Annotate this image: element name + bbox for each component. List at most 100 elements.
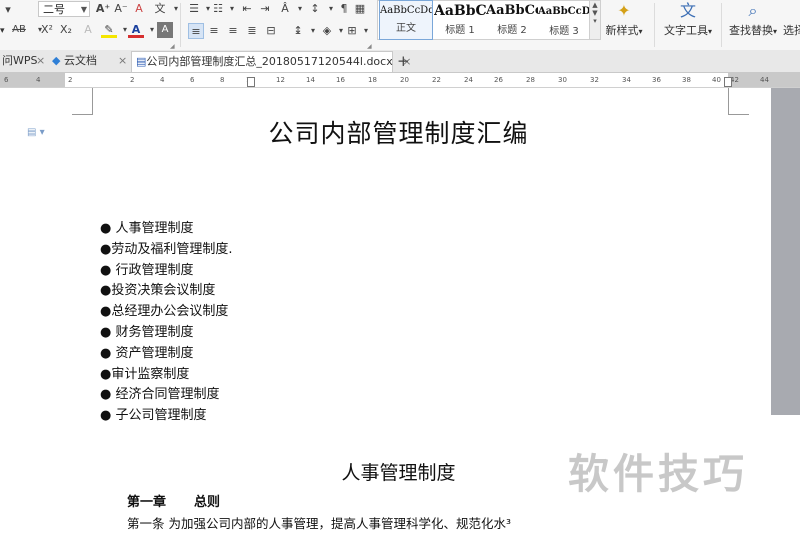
page-corner-mark (72, 88, 93, 115)
tab-active-document[interactable]: ▤公司内部管理制度汇总_20180517120544l.docx × (131, 51, 411, 72)
text-tools-icon: 文 (679, 1, 696, 20)
ruler-number: 36 (652, 76, 661, 84)
align-center-button[interactable]: ≡ (206, 23, 222, 39)
right-indent-marker-icon[interactable] (724, 77, 732, 87)
indent-marker-icon[interactable] (247, 77, 255, 87)
cloud-doc-icon: ◆ (52, 54, 61, 67)
ruler-number: 40 (712, 76, 721, 84)
text-tools-button[interactable]: 文 文字工具▾ (660, 0, 716, 38)
ruler-number: 16 (336, 76, 345, 84)
decrease-indent-icon[interactable]: ⇤ (239, 1, 255, 17)
increase-indent-icon[interactable]: ⇥ (257, 1, 273, 17)
justify-button[interactable]: ≣ (244, 23, 260, 39)
document-workspace[interactable]: ▤ ▾ 公司内部管理制度汇编 ● 人事管理制度 ●劳动及福利管理制度. ● 行政… (0, 88, 800, 535)
toc-list: ● 人事管理制度 ●劳动及福利管理制度. ● 行政管理制度 ●投资决策会议制度 … (100, 219, 232, 427)
ribbon-toolbar: ▾ 二号 ▼ A⁺ A⁻ A 文 ▾ ▾ AB ▾ X² X₂ A ✎ ▾ A … (0, 0, 800, 51)
distributed-align-button[interactable]: ⊟ (263, 23, 279, 39)
gallery-scroll-button[interactable]: ▲ ▼ ▾ (589, 1, 600, 39)
separator (180, 3, 181, 47)
chevron-down-icon: ▾ (772, 27, 777, 36)
align-left-button[interactable]: ≡ (188, 23, 204, 39)
ruler-number: 28 (526, 76, 535, 84)
dropdown-arrow-icon[interactable]: ▾ (0, 24, 5, 38)
list-item: ● 资产管理制度 (100, 345, 194, 361)
style-heading-3[interactable]: AaBbCcDd 标题 3 (538, 1, 590, 39)
find-replace-icon: ⌕ (748, 1, 758, 20)
grow-font-button[interactable]: A⁺ (95, 1, 111, 17)
ruler-number: 20 (400, 76, 409, 84)
chapter-heading: 第一章 总则 (127, 491, 220, 510)
strikethrough-button[interactable]: AB (8, 22, 30, 38)
chevron-down-icon: ▼ (80, 5, 87, 14)
font-color-button[interactable]: A (128, 22, 144, 38)
style-gallery: AaBbCcDd 正文 AaBbC 标题 1 AaBbCc 标题 2 AaBbC… (377, 0, 601, 40)
list-item: ● 经济合同管理制度 (100, 387, 220, 403)
align-right-button[interactable]: ≡ (225, 23, 241, 39)
find-replace-button[interactable]: ⌕ 查找替换▾ (726, 0, 780, 38)
word-doc-icon: ▤ (136, 55, 147, 68)
clear-format-button[interactable]: A (131, 1, 147, 17)
dropdown-arrow-icon[interactable]: ▾ (0, 2, 16, 18)
article-paragraph: 第一条 为加强公司内部的人事管理，提高人事管理科学化、规范化水³ (127, 516, 511, 531)
new-style-icon: ✦ (617, 1, 631, 20)
separator (654, 3, 655, 47)
page-corner-mark (728, 88, 749, 115)
style-heading-2[interactable]: AaBbCc 标题 2 (486, 1, 538, 39)
tab-label: 公司内部管理制度汇总_20180517120544l.docx (146, 55, 393, 68)
list-item: ●劳动及福利管理制度. (100, 241, 233, 257)
text-effect-button[interactable]: A (80, 22, 96, 38)
ruler-number: 34 (622, 76, 631, 84)
ruler-number: 6 (190, 76, 195, 84)
font-size-value: 二号 (43, 3, 65, 16)
shrink-font-button[interactable]: A⁻ (113, 1, 129, 17)
chevron-down-icon[interactable]: ▾ (224, 1, 240, 17)
ruler-number: 14 (306, 76, 315, 84)
close-icon[interactable]: × (118, 51, 127, 71)
list-item: ●审计监察制度 (100, 366, 190, 382)
chapter-title: 总则 (194, 495, 221, 510)
char-shading-button[interactable]: A (157, 22, 173, 38)
chapter-label: 第一章 (127, 495, 167, 510)
list-item: ● 财务管理制度 (100, 324, 194, 340)
ruler-number: 2 (68, 76, 73, 84)
ruler-number: 44 (760, 76, 769, 84)
show-marks-icon[interactable]: ¶ (336, 1, 352, 17)
horizontal-ruler[interactable]: 6 4 2 2 4 6 8 10 12 14 16 18 20 22 24 26… (0, 73, 800, 88)
ruler-margin-left (0, 73, 65, 87)
document-tab-bar: 问WPS × ◆ 云文档 × ▤公司内部管理制度汇总_2018051712054… (0, 50, 800, 73)
text-direction-icon[interactable]: Â (277, 1, 293, 17)
sort-icon[interactable]: ↕ (307, 1, 323, 17)
chevron-down-icon[interactable]: ▾ (358, 23, 374, 39)
ruler-number: 12 (276, 76, 285, 84)
ruler-number: 4 (36, 76, 41, 84)
style-heading-1[interactable]: AaBbC 标题 1 (434, 1, 486, 39)
select-icon (783, 0, 800, 22)
subscript-button[interactable]: X₂ (57, 22, 75, 38)
list-item: ● 人事管理制度 (100, 221, 194, 236)
list-item: ● 子公司管理制度 (100, 408, 207, 424)
tab-cloud-docs[interactable]: ◆ 云文档 (50, 51, 97, 71)
document-title: 公司内部管理制度汇编 (268, 119, 529, 148)
ruler-number: 6 (4, 76, 9, 84)
ruler-number: 24 (464, 76, 473, 84)
phonetic-guide-button[interactable]: 文 (152, 1, 168, 17)
font-size-select[interactable]: 二号 ▼ (38, 1, 90, 17)
select-button[interactable]: 选择 (783, 0, 800, 38)
ruler-number: 22 (432, 76, 441, 84)
chevron-down-icon[interactable]: ▾ (292, 1, 308, 17)
highlight-button[interactable]: ✎ (101, 22, 117, 38)
watermark-text: 软件技巧 (568, 450, 748, 498)
close-icon[interactable]: × (36, 51, 45, 71)
chevron-down-icon[interactable]: ▾ (168, 1, 184, 17)
ruler-number: 8 (220, 76, 225, 84)
line-spacing-icon[interactable]: ↨ (290, 23, 306, 39)
new-tab-button[interactable]: + (397, 51, 410, 71)
chevron-down-icon: ▾ (707, 27, 712, 36)
chevron-down-icon: ▾ (638, 27, 643, 36)
new-style-button[interactable]: ✦ 新样式▾ (603, 0, 645, 38)
style-normal[interactable]: AaBbCcDd 正文 (379, 0, 433, 40)
tab-label: 问WPS (2, 54, 38, 67)
superscript-button[interactable]: X² (38, 22, 56, 38)
table-icon[interactable]: ▦ (352, 1, 368, 17)
highlighter-icon: ✎ (104, 23, 114, 36)
